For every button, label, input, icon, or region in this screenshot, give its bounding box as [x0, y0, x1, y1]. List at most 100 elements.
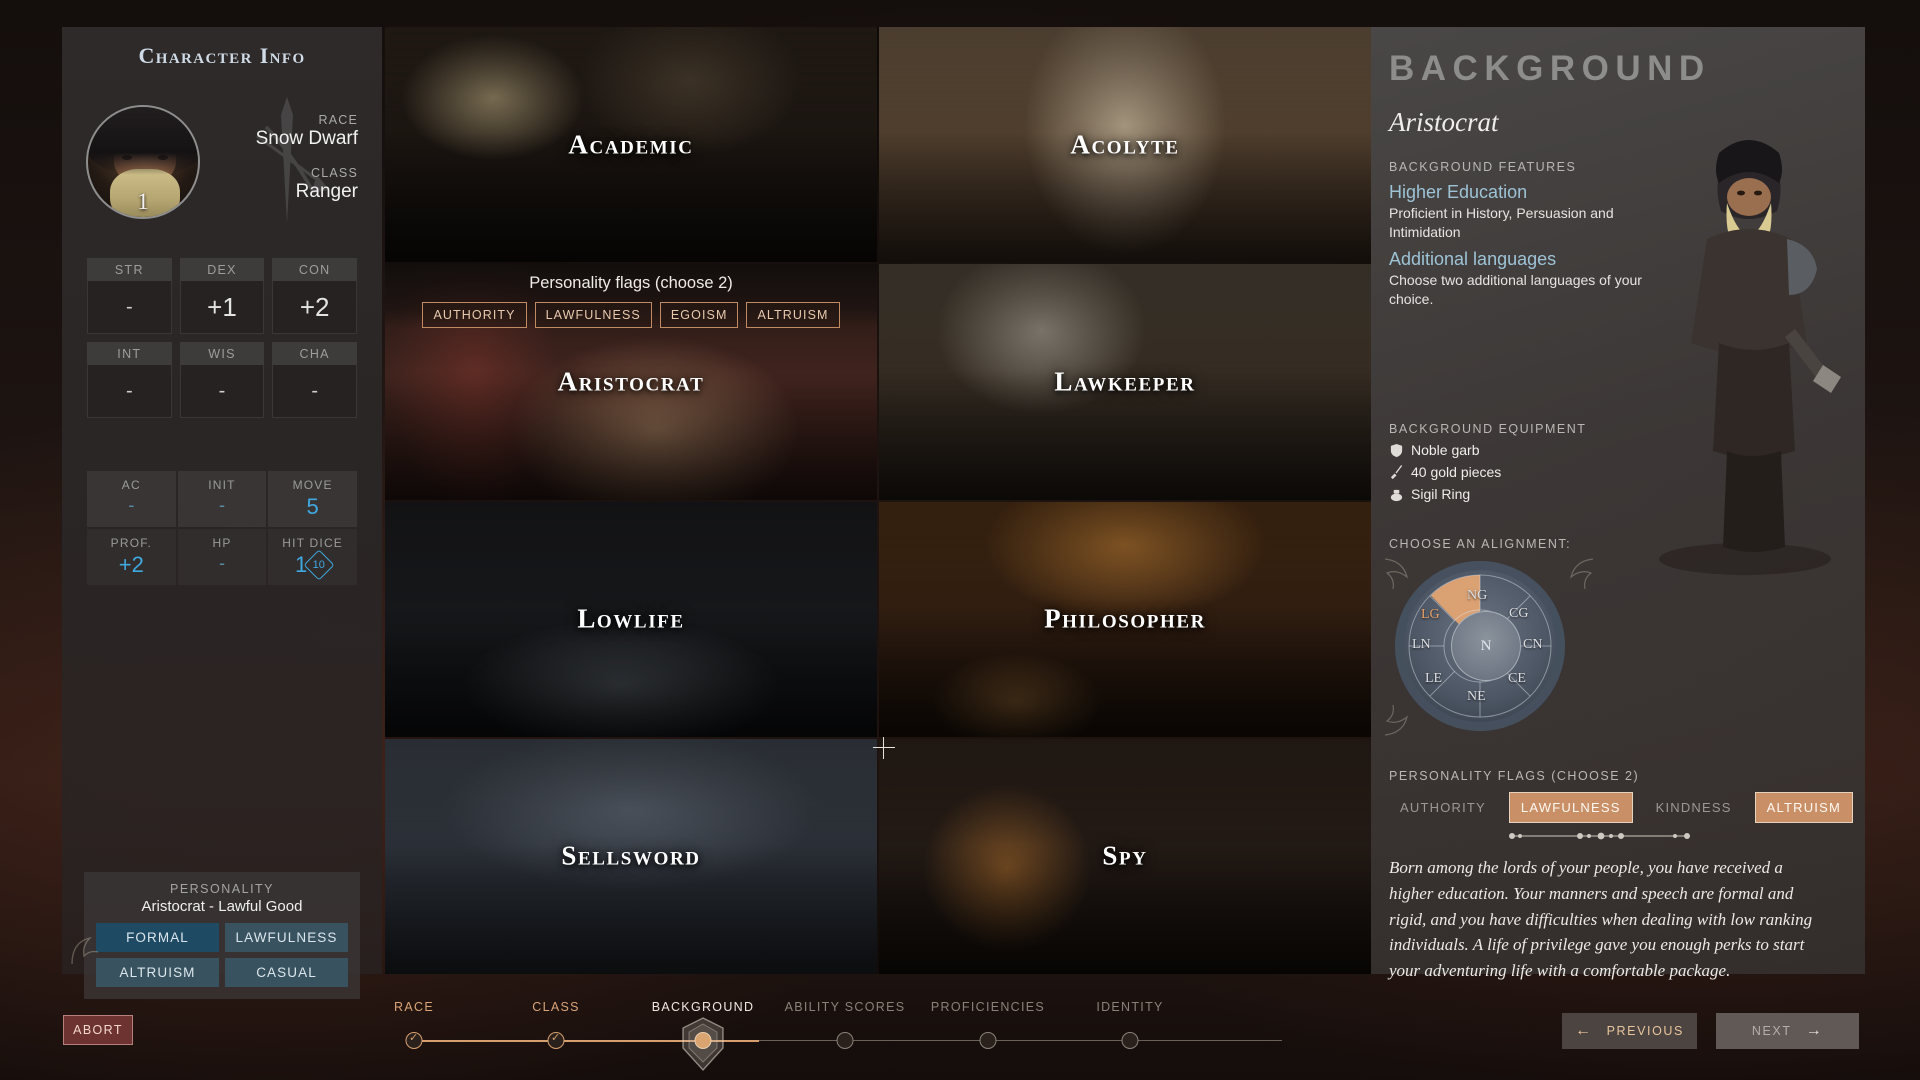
background-tile-acolyte[interactable]: Acolyte: [879, 27, 1371, 263]
background-header: BACKGROUND: [1389, 49, 1711, 88]
abort-button[interactable]: ABORT: [63, 1015, 133, 1045]
tile-flag-row: AUTHORITY LAWFULNESS EGOISM ALTRUISM: [385, 302, 877, 329]
ability-value: +1: [179, 281, 265, 334]
character-info-panel: Character Info 1 RACE Snow Dwarf CLASS R…: [62, 27, 382, 999]
personality-flag-chip[interactable]: LAWFULNESS: [225, 923, 348, 952]
next-button[interactable]: NEXT →: [1716, 1013, 1859, 1049]
personality-flags-row: AUTHORITY LAWFULNESS KINDNESS ALTRUISM: [1389, 792, 1854, 823]
ability-score-grid: STR - DEX +1 CON +2 INT - WIS - CHA -: [87, 258, 357, 418]
equipment-label: Noble garb: [1411, 442, 1480, 458]
personality-slider[interactable]: [1507, 832, 1692, 840]
features-label: BACKGROUND FEATURES: [1389, 160, 1577, 174]
background-detail-panel: BACKGROUND Aristocrat BACKGROUND FEATURE…: [1371, 27, 1865, 980]
step-identity[interactable]: IDENTITY: [1060, 1000, 1200, 1049]
ability-cell-str[interactable]: STR -: [87, 258, 172, 334]
step-marker-icon: [1121, 1032, 1139, 1049]
ability-value: -: [272, 365, 357, 418]
alignment-segment-ng[interactable]: NG: [1467, 588, 1487, 604]
ability-label: DEX: [179, 258, 265, 281]
background-equipment-section: BACKGROUND EQUIPMENT Noble garb 40 gold …: [1389, 422, 1586, 508]
tile-flag-chip[interactable]: LAWFULNESS: [534, 302, 652, 329]
derived-cell-prof[interactable]: PROF. +2: [87, 529, 176, 585]
derived-label: AC: [121, 478, 141, 492]
ring-icon: [1389, 487, 1404, 502]
alignment-segment-ln[interactable]: LN: [1412, 637, 1431, 653]
personality-title: PERSONALITY: [169, 882, 275, 896]
derived-cell-move[interactable]: MOVE 5: [268, 471, 357, 527]
alignment-segment-cn[interactable]: CN: [1523, 637, 1542, 653]
background-tile-sellsword[interactable]: Sellsword: [385, 738, 877, 974]
alignment-segment-ce[interactable]: CE: [1508, 671, 1526, 687]
sword-icon: [1389, 464, 1404, 480]
personality-flag-chip[interactable]: FORMAL: [96, 923, 219, 952]
derived-value-wrap: +2: [87, 554, 176, 576]
personality-flag-button[interactable]: ALTRUISM: [1754, 792, 1854, 823]
tile-label: Aristocrat: [557, 366, 705, 397]
ability-value: -: [179, 365, 265, 418]
step-label: ABILITY SCORES: [784, 1000, 906, 1014]
background-tile-aristocrat[interactable]: Personality flags (choose 2) AUTHORITY LA…: [385, 264, 877, 500]
ability-label: WIS: [179, 342, 265, 365]
alignment-segment-lg[interactable]: LG: [1421, 607, 1440, 623]
ability-label: CON: [272, 258, 357, 281]
alignment-wheel[interactable]: N LG NG CG CN CE NE LE LN: [1384, 558, 1594, 736]
avatar: 1: [86, 105, 200, 219]
background-tile-spy[interactable]: Spy: [879, 738, 1371, 974]
step-background[interactable]: BACKGROUND: [633, 1000, 773, 1072]
alignment-segment-cg[interactable]: CG: [1509, 606, 1528, 622]
derived-cell-hp[interactable]: HP -: [177, 529, 267, 585]
personality-flag-button[interactable]: KINDNESS: [1645, 793, 1743, 822]
step-ability-scores[interactable]: ABILITY SCORES: [775, 1000, 915, 1049]
derived-label: HIT DICE: [282, 536, 344, 550]
feature-description: Proficient in History, Persuasion and In…: [1389, 205, 1614, 240]
personality-flags-label: PERSONALITY FLAGS (CHOOSE 2): [1389, 769, 1640, 783]
ability-label: CHA: [272, 342, 357, 365]
background-tile-lowlife[interactable]: Lowlife: [385, 501, 877, 737]
derived-cell-ac[interactable]: AC -: [87, 471, 176, 527]
background-tile-philosopher[interactable]: Philosopher: [879, 501, 1371, 737]
ability-cell-dex[interactable]: DEX +1: [179, 258, 265, 334]
background-tile-grid[interactable]: Academic Acolyte Personality flags (choo…: [385, 27, 1371, 974]
personality-flag-chip[interactable]: ALTRUISM: [96, 958, 219, 987]
personality-summary: PERSONALITY Aristocrat - Lawful Good FOR…: [84, 872, 360, 999]
step-marker-icon: [979, 1032, 997, 1049]
ability-cell-con[interactable]: CON +2: [272, 258, 357, 334]
feature-name: Additional languages: [1389, 249, 1557, 270]
step-label: PROFICIENCIES: [930, 1000, 1046, 1014]
background-tile-lawkeeper[interactable]: Lawkeeper: [879, 264, 1371, 500]
personality-flag-list: FORMAL LAWFULNESS ALTRUISM CASUAL: [96, 923, 348, 987]
alignment-wheel-disc[interactable]: N LG NG CG CN CE NE LE LN: [1395, 561, 1565, 731]
equipment-label: Sigil Ring: [1411, 486, 1471, 502]
class-label: CLASS: [311, 166, 358, 180]
step-race[interactable]: RACE: [344, 1000, 484, 1049]
previous-button[interactable]: ← PREVIOUS: [1562, 1013, 1697, 1049]
alignment-segment-ne[interactable]: NE: [1467, 689, 1486, 705]
character-creation-screen: Character Info 1 RACE Snow Dwarf CLASS R…: [0, 0, 1920, 1080]
step-class[interactable]: CLASS: [486, 1000, 626, 1049]
step-marker-icon: [694, 1032, 712, 1049]
personality-flag-button[interactable]: LAWFULNESS: [1508, 792, 1633, 823]
derived-cell-hitdice[interactable]: HIT DICE 1 10: [268, 529, 357, 585]
derived-value: -: [218, 495, 225, 515]
ability-value: -: [87, 365, 172, 418]
alignment-segment-le[interactable]: LE: [1425, 671, 1442, 687]
step-proficiencies[interactable]: PROFICIENCIES: [918, 1000, 1058, 1049]
derived-value-wrap: 5: [268, 496, 357, 518]
derived-value: +2: [118, 552, 144, 577]
personality-flag-chip[interactable]: CASUAL: [225, 958, 348, 987]
ability-cell-wis[interactable]: WIS -: [179, 342, 265, 418]
derived-label: INIT: [208, 478, 236, 492]
step-marker-icon: [836, 1032, 854, 1049]
ability-cell-cha[interactable]: CHA -: [272, 342, 357, 418]
tile-flag-chip[interactable]: EGOISM: [659, 302, 739, 329]
progress-steps: RACE CLASS BACKGROUND ABILITY SCORES PRO…: [380, 1000, 1300, 1072]
derived-value-wrap: -: [178, 496, 267, 514]
tile-flag-chip[interactable]: AUTHORITY: [422, 302, 527, 329]
tile-flag-chip[interactable]: ALTRUISM: [746, 302, 840, 329]
avatar-hood: [88, 107, 198, 175]
ability-cell-int[interactable]: INT -: [87, 342, 172, 418]
background-tile-academic[interactable]: Academic: [385, 27, 877, 263]
personality-flag-button[interactable]: AUTHORITY: [1389, 793, 1497, 822]
arrow-right-icon: →: [1805, 1022, 1824, 1039]
derived-cell-init[interactable]: INIT -: [177, 471, 267, 527]
